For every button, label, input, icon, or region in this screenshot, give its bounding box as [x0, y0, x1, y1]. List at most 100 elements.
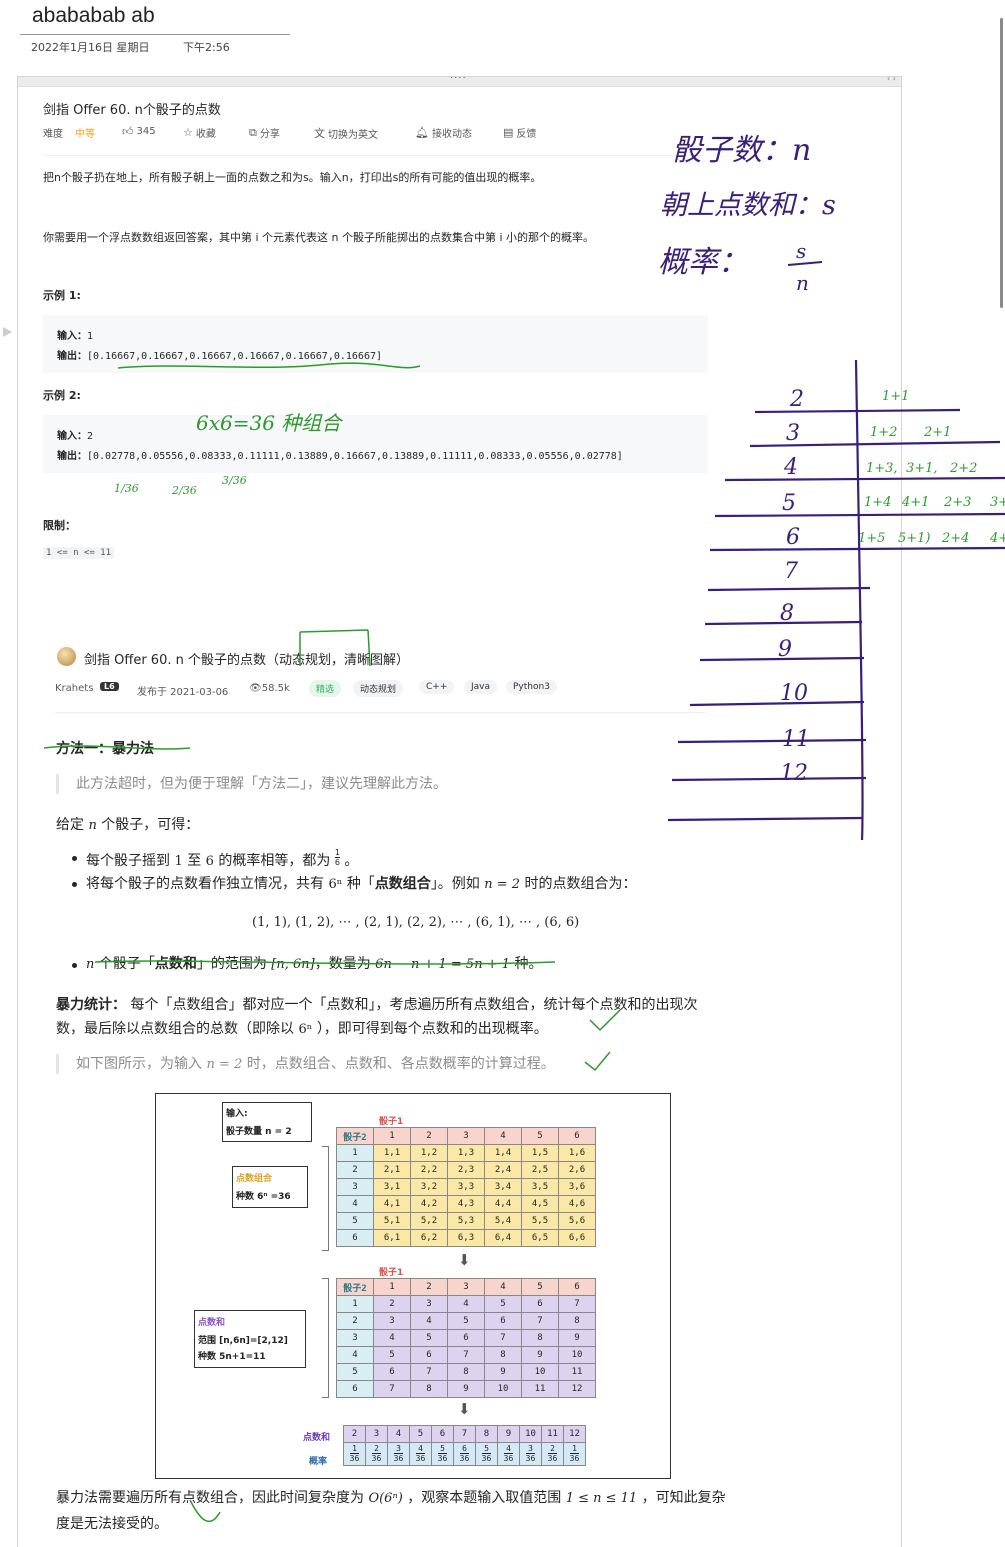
expand-arrows-icon[interactable]: ‹ › — [887, 77, 896, 83]
prob-row-label: 概率 — [309, 1457, 328, 1467]
favorite-label: 收藏 — [195, 129, 216, 140]
title-underline — [20, 34, 290, 35]
grid-row: 4 5 6 7 8 9 10 — [336, 1346, 596, 1364]
prob-num: 5 — [481, 1444, 492, 1454]
grid-cell: 4,3 — [447, 1195, 485, 1213]
author-avatar[interactable] — [57, 647, 76, 666]
grid-cell: 2,4 — [484, 1161, 522, 1179]
grid-cell: 3,1 — [373, 1178, 411, 1196]
given-line: 给定 n 个骰子，可得： — [56, 815, 199, 836]
grid-cell: 2,1 — [373, 1161, 411, 1179]
grid-cell: 10 — [484, 1380, 522, 1398]
stat-line-1: 每个「点数组合」都对应一个「点数和」，考虑遍历所有点数组合，统计每个点数和的出现… — [130, 997, 698, 1013]
share-icon: ⧉ — [249, 125, 257, 139]
difficulty-label: 难度 — [43, 129, 63, 140]
tag-python3[interactable]: Python3 — [506, 680, 557, 694]
hw-pair: 3+ — [990, 495, 1005, 510]
eye-icon: 👁︎ — [249, 683, 262, 694]
prob-cell: 6 36 — [453, 1442, 476, 1466]
example-1-output: 输出：[0.16667,0.16667,0.16667,0.16667,0.16… — [57, 347, 382, 362]
prob-num: 4 — [503, 1444, 514, 1454]
prob-num: 2 — [371, 1444, 382, 1454]
feedback-button[interactable]: ▤ 反馈 — [503, 125, 536, 140]
sum-cell: 7 — [453, 1425, 476, 1443]
bullet-1-post: 的概率相等，都为 — [218, 853, 331, 869]
note-title[interactable]: abababab ab — [32, 4, 155, 28]
sum-grid: 骰子2 1 2 3 4 5 6 1 2 3 4 5 6 7 2 3 4 5 6 7 8 3 4 5 6 7 8 9 4 5 6 7 8 9 10 5… — [336, 1278, 596, 1398]
tag-featured[interactable]: 精选 — [309, 680, 342, 697]
bullet-2-post: 」。例如 — [430, 876, 480, 892]
switch-language-button[interactable]: 文 切换为英文 — [314, 125, 378, 141]
drag-handle-icon[interactable]: ···· — [450, 77, 467, 84]
math-6n: 6ⁿ — [328, 877, 343, 892]
grid-cell: 4,2 — [410, 1195, 448, 1213]
prob-fraction: 4 36 — [415, 1444, 426, 1463]
hw-pair: 5+1) — [898, 531, 931, 546]
translate-icon: 文 — [314, 127, 325, 140]
tag-dynamic-programming[interactable]: 动态规划 — [353, 680, 404, 697]
grid-cell: 5 — [373, 1346, 411, 1364]
sum-box-count: 种数 5n+1=11 — [198, 1352, 266, 1362]
brace — [322, 1278, 329, 1398]
solution-title[interactable]: 剑指 Offer 60. n 个骰子的点数（动态规划，清晰图解） — [84, 649, 409, 668]
tag-cpp[interactable]: C++ — [419, 680, 455, 694]
grid-cell: 5,6 — [558, 1212, 596, 1230]
figure-quote-pre: 如下图所示，为输入 — [76, 1056, 202, 1072]
page-scrollbar[interactable] — [1000, 18, 1003, 308]
grid-cell: 1,2 — [410, 1144, 448, 1162]
row-header: 5 — [336, 1212, 374, 1230]
grid-cell: 8 — [447, 1363, 485, 1381]
grid-cell: 3,4 — [484, 1178, 522, 1196]
grid-cell: 4 — [410, 1312, 448, 1330]
dice-1-label: 骰子1 — [379, 1117, 404, 1127]
grid-row: 5 6 7 8 9 10 11 — [336, 1363, 596, 1381]
bullet-2: 将每个骰子的点数看作独立情况，共有 6ⁿ 种「点数组合」。例如 n = 2 时的… — [86, 874, 637, 895]
margin-marker-icon[interactable] — [3, 327, 12, 337]
grid-cell: 11 — [558, 1363, 596, 1381]
hw-pair: 3+1, — [906, 461, 938, 476]
grid-cell: 6,4 — [484, 1229, 522, 1247]
tag-java[interactable]: Java — [464, 680, 498, 694]
prob-num: 1 — [569, 1444, 580, 1454]
sum-cell: 2 — [343, 1425, 366, 1443]
prob-row: 1 36 2 36 3 36 4 36 5 36 6 36 5 36 4 36 3 36 2 36 1 36 — [343, 1442, 586, 1466]
fraction-1-6: 16 — [334, 848, 340, 867]
prob-fraction: 2 36 — [371, 1444, 382, 1463]
prob-num: 6 — [459, 1444, 470, 1454]
row-header: 6 — [336, 1380, 374, 1398]
grid-cell: 6,3 — [447, 1229, 485, 1247]
prob-cell: 2 36 — [541, 1442, 564, 1466]
grid-cell: 2,3 — [447, 1161, 485, 1179]
grid-row: 2 2,1 2,2 2,3 2,4 2,5 2,6 — [336, 1161, 596, 1179]
author-name[interactable]: Krahets — [55, 683, 93, 694]
col-header: 4 — [484, 1127, 522, 1145]
grid-cell: 9 — [521, 1346, 559, 1364]
dice-figure: 输入: 骰子数量 n = 2 点数组合 种数 6ⁿ =36 骰子1 骰子2 1 2 3… — [155, 1093, 671, 1479]
col-header: 5 — [521, 1278, 559, 1296]
grid-cell: 6,5 — [521, 1229, 559, 1247]
grid-row: 6 6,1 6,2 6,3 6,4 6,5 6,6 — [336, 1229, 596, 1247]
limit-code: 1 <= n <= 11 — [43, 547, 115, 559]
hw-pair: 2+4 — [941, 531, 969, 546]
clip-toolbar[interactable]: ···· ‹ › — [18, 77, 901, 87]
combo-box-line: 种数 6ⁿ =36 — [236, 1192, 291, 1202]
grid-cell: 3 — [373, 1312, 411, 1330]
like-button[interactable]: 👍︎ 345 — [122, 125, 156, 138]
sum-cell: 11 — [541, 1425, 564, 1443]
output-label: 输出： — [57, 351, 87, 362]
prob-cell: 1 36 — [563, 1442, 586, 1466]
dice-2-label: 骰子2 — [336, 1127, 374, 1145]
row-header: 4 — [336, 1346, 374, 1364]
hw-pair: 4+1 — [901, 495, 929, 510]
share-button[interactable]: ⧉ 分享 — [249, 125, 280, 141]
grid-cell: 1,5 — [521, 1144, 559, 1162]
prob-den: 36 — [525, 1454, 536, 1463]
row-header: 4 — [336, 1195, 374, 1213]
bullet-dot — [72, 882, 77, 887]
notify-button[interactable]: 🔔︎ 接收动态 — [415, 125, 472, 140]
sum-cell: 9 — [497, 1425, 520, 1443]
favorite-button[interactable]: ☆ 收藏 — [183, 125, 216, 140]
bullet-1-pre: 每个骰子摇到 — [86, 853, 170, 869]
row-header: 2 — [336, 1161, 374, 1179]
hw-pair: 2+3 — [943, 495, 971, 510]
